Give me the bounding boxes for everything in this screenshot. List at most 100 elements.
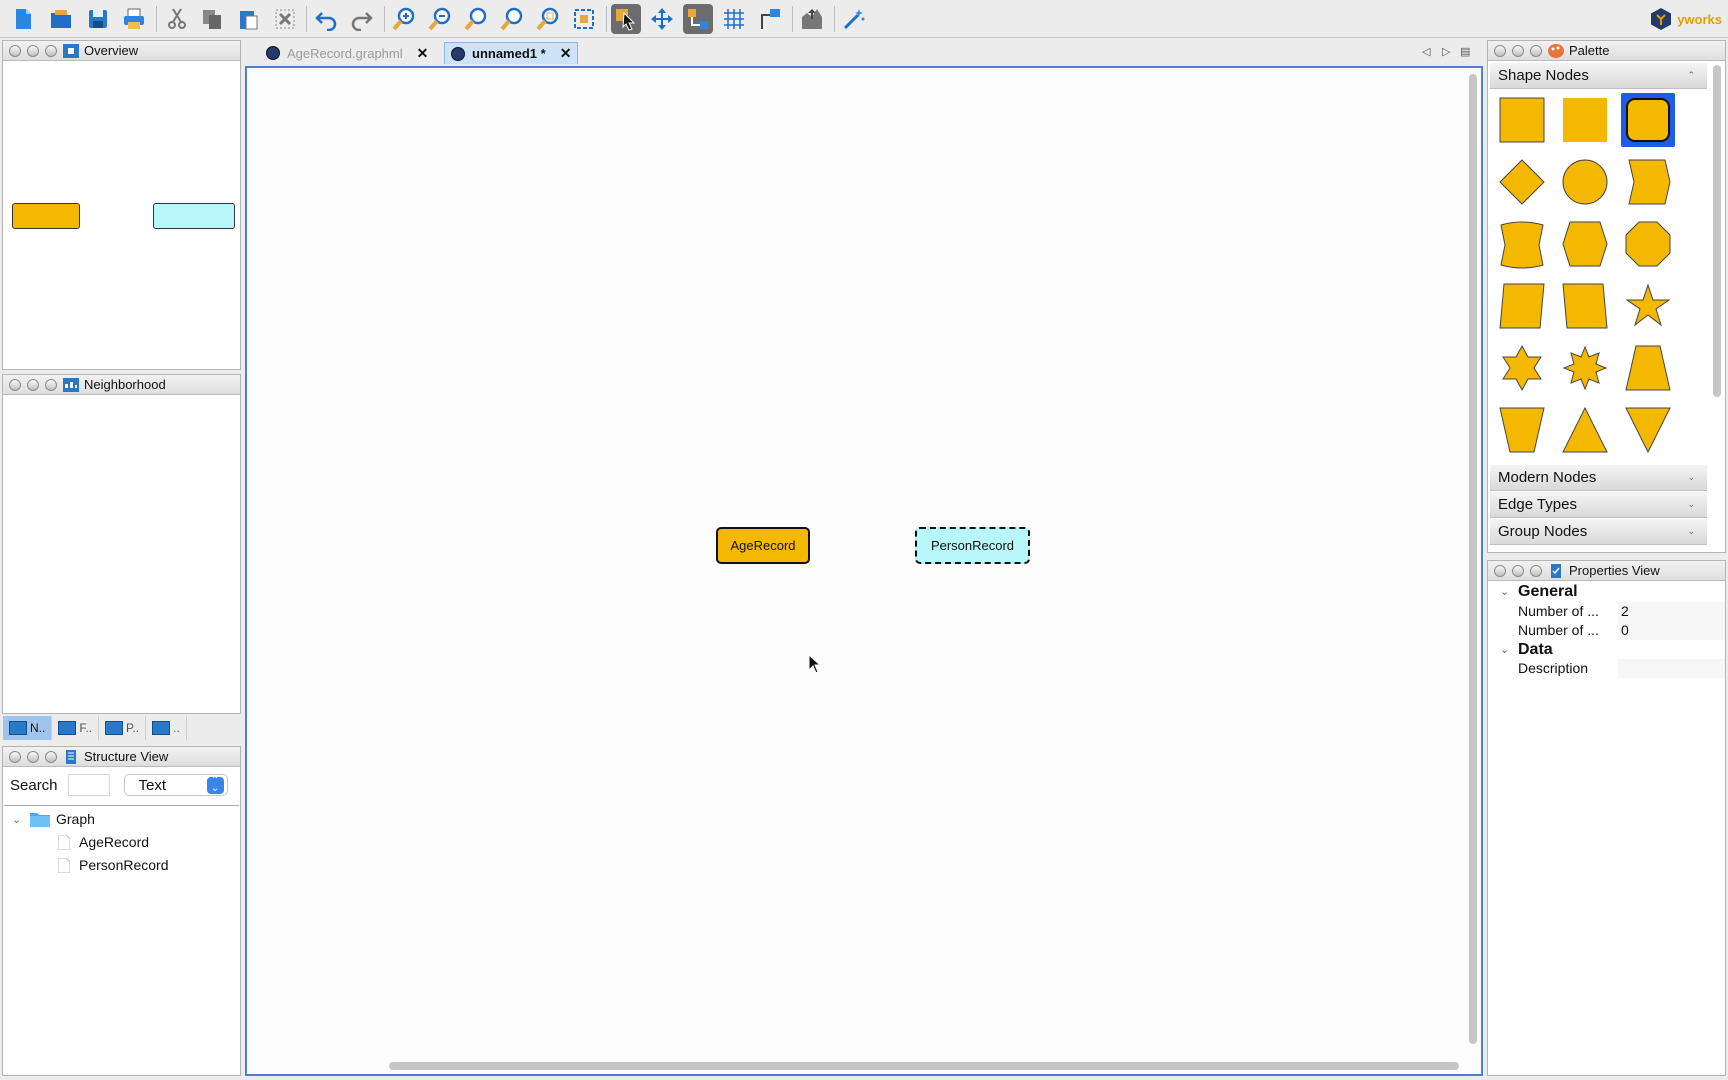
tab-unnamed1[interactable]: unnamed1 * ✕ [444, 42, 579, 64]
shape-trapezoid-icon[interactable] [1621, 341, 1675, 395]
node-personrecord[interactable]: PersonRecord [915, 527, 1030, 564]
vertical-scrollbar[interactable] [1469, 74, 1477, 1044]
prop-row[interactable]: Description [1488, 659, 1725, 678]
shape-octagon-flat-icon[interactable] [1558, 217, 1612, 271]
shape-star6-icon[interactable] [1495, 341, 1549, 395]
close-dot-icon[interactable] [9, 44, 21, 57]
open-folder-icon[interactable] [46, 4, 76, 34]
tree-item-agerecord[interactable]: AgeRecord [58, 834, 149, 850]
print-icon[interactable] [119, 4, 149, 34]
copy-icon[interactable] [197, 4, 227, 34]
shape-star8-icon[interactable] [1558, 341, 1612, 395]
shape-triangle-icon[interactable] [1558, 403, 1612, 457]
prop-section-data[interactable]: ⌄ Data [1488, 640, 1725, 659]
zoom-in-icon[interactable] [389, 4, 419, 34]
palette-scrollbar[interactable] [1713, 65, 1721, 397]
shape-parallelogram-icon[interactable] [1495, 279, 1549, 333]
shape-hexagon-skew-icon[interactable] [1621, 155, 1675, 209]
prop-value[interactable]: 2 [1618, 602, 1725, 621]
horizontal-scrollbar[interactable] [389, 1062, 1459, 1070]
tab-f[interactable]: F.. [52, 716, 100, 740]
undo-icon[interactable] [311, 4, 341, 34]
tab-p[interactable]: P.. [99, 716, 147, 740]
new-document-icon[interactable] [8, 4, 38, 34]
grid-icon[interactable] [719, 4, 749, 34]
graph-file-icon [451, 46, 465, 61]
chevron-down-icon[interactable]: ⌄ [12, 813, 30, 826]
close-dot-icon[interactable] [9, 378, 21, 391]
shape-octagon-icon[interactable] [1621, 217, 1675, 271]
zoom-original-icon[interactable] [461, 4, 491, 34]
save-icon[interactable] [83, 4, 113, 34]
chevron-down-icon[interactable]: ⌄ [1500, 585, 1509, 598]
delete-icon[interactable] [270, 4, 300, 34]
section-shape-nodes[interactable]: Shape Nodes ⌃ [1490, 63, 1707, 89]
edge-mode-icon[interactable] [683, 4, 713, 34]
shape-rectangle-icon[interactable] [1495, 93, 1549, 147]
zoom-fit-icon[interactable] [497, 4, 527, 34]
shape-trapezoid-inverted-icon[interactable] [1495, 403, 1549, 457]
section-modern-nodes[interactable]: Modern Nodes ⌄ [1490, 465, 1707, 491]
maximize-dot-icon[interactable] [1530, 564, 1542, 577]
close-dot-icon[interactable] [1494, 564, 1506, 577]
export-icon[interactable] [797, 4, 827, 34]
close-icon[interactable]: ✕ [560, 45, 572, 62]
close-dot-icon[interactable] [9, 750, 21, 763]
section-label: Shape Nodes [1498, 67, 1589, 84]
graph-canvas[interactable]: AgeRecord PersonRecord [245, 66, 1483, 1076]
maximize-dot-icon[interactable] [1530, 44, 1542, 57]
orthogonal-edges-icon[interactable] [755, 4, 785, 34]
maximize-dot-icon[interactable] [45, 44, 57, 57]
shape-ellipse-icon[interactable] [1558, 155, 1612, 209]
shape-diamond-icon[interactable] [1495, 155, 1549, 209]
panel-tab-icon [152, 721, 171, 735]
search-mode-select[interactable]: Text ⌃ ⌄ [123, 774, 228, 796]
tab-more[interactable]: .. [146, 716, 187, 740]
shape-star5-icon[interactable] [1621, 279, 1675, 333]
maximize-dot-icon[interactable] [45, 750, 57, 763]
minimize-dot-icon[interactable] [1512, 44, 1524, 57]
layout-wizard-icon[interactable] [839, 4, 869, 34]
prop-row[interactable]: Number of ... 2 [1488, 602, 1725, 621]
minimize-dot-icon[interactable] [1512, 564, 1524, 577]
tab-scroll-left-icon[interactable]: ◁ [1422, 45, 1430, 58]
close-dot-icon[interactable] [1494, 44, 1506, 57]
tab-scroll-right-icon[interactable]: ▷ [1442, 45, 1450, 58]
section-edge-types[interactable]: Edge Types ⌄ [1490, 492, 1707, 518]
prop-value[interactable] [1618, 659, 1725, 678]
pan-mode-icon[interactable] [647, 4, 677, 34]
tree-item-graph[interactable]: ⌄ Graph [12, 811, 95, 827]
tab-list-icon[interactable]: ▤ [1460, 45, 1470, 58]
cut-icon[interactable] [162, 4, 192, 34]
tab-agerecord-graphml[interactable]: AgeRecord.graphml ✕ [260, 42, 434, 64]
tab-label: unnamed1 * [472, 46, 546, 61]
graph-file-icon [266, 46, 280, 60]
tab-neighborhood[interactable]: N.. [3, 716, 53, 740]
maximize-dot-icon[interactable] [45, 378, 57, 391]
chevron-down-icon[interactable]: ⌄ [1500, 643, 1509, 656]
minimize-dot-icon[interactable] [27, 44, 39, 57]
zoom-area-icon[interactable] [533, 4, 563, 34]
redo-icon[interactable] [347, 4, 377, 34]
shape-parallelogram-curve-icon[interactable] [1495, 217, 1549, 271]
paste-icon[interactable] [233, 4, 263, 34]
prop-value[interactable]: 0 [1618, 621, 1725, 640]
fit-content-icon[interactable] [569, 4, 599, 34]
shape-trapezoid-lean-icon[interactable] [1558, 279, 1612, 333]
shape-triangle-inverted-icon[interactable] [1621, 403, 1675, 457]
tree-item-personrecord[interactable]: PersonRecord [58, 857, 169, 873]
prop-row[interactable]: Number of ... 0 [1488, 621, 1725, 640]
shape-round-rectangle-icon[interactable] [1621, 93, 1675, 147]
zoom-out-icon[interactable] [425, 4, 455, 34]
minimize-dot-icon[interactable] [27, 750, 39, 763]
select-mode-icon[interactable] [611, 4, 641, 34]
overview-title: Overview [84, 43, 139, 58]
search-input[interactable] [67, 774, 110, 796]
minimize-dot-icon[interactable] [27, 378, 39, 391]
close-icon[interactable]: ✕ [417, 45, 429, 62]
section-group-nodes[interactable]: Group Nodes ⌄ [1490, 519, 1707, 545]
prop-section-general[interactable]: ⌄ General [1488, 582, 1725, 601]
shape-rectangle-flat-icon[interactable] [1558, 93, 1612, 147]
structure-view-panel: Structure View Search Text ⌃ ⌄ ⌄ Graph Ag… [2, 746, 241, 1076]
node-agerecord[interactable]: AgeRecord [716, 527, 810, 564]
